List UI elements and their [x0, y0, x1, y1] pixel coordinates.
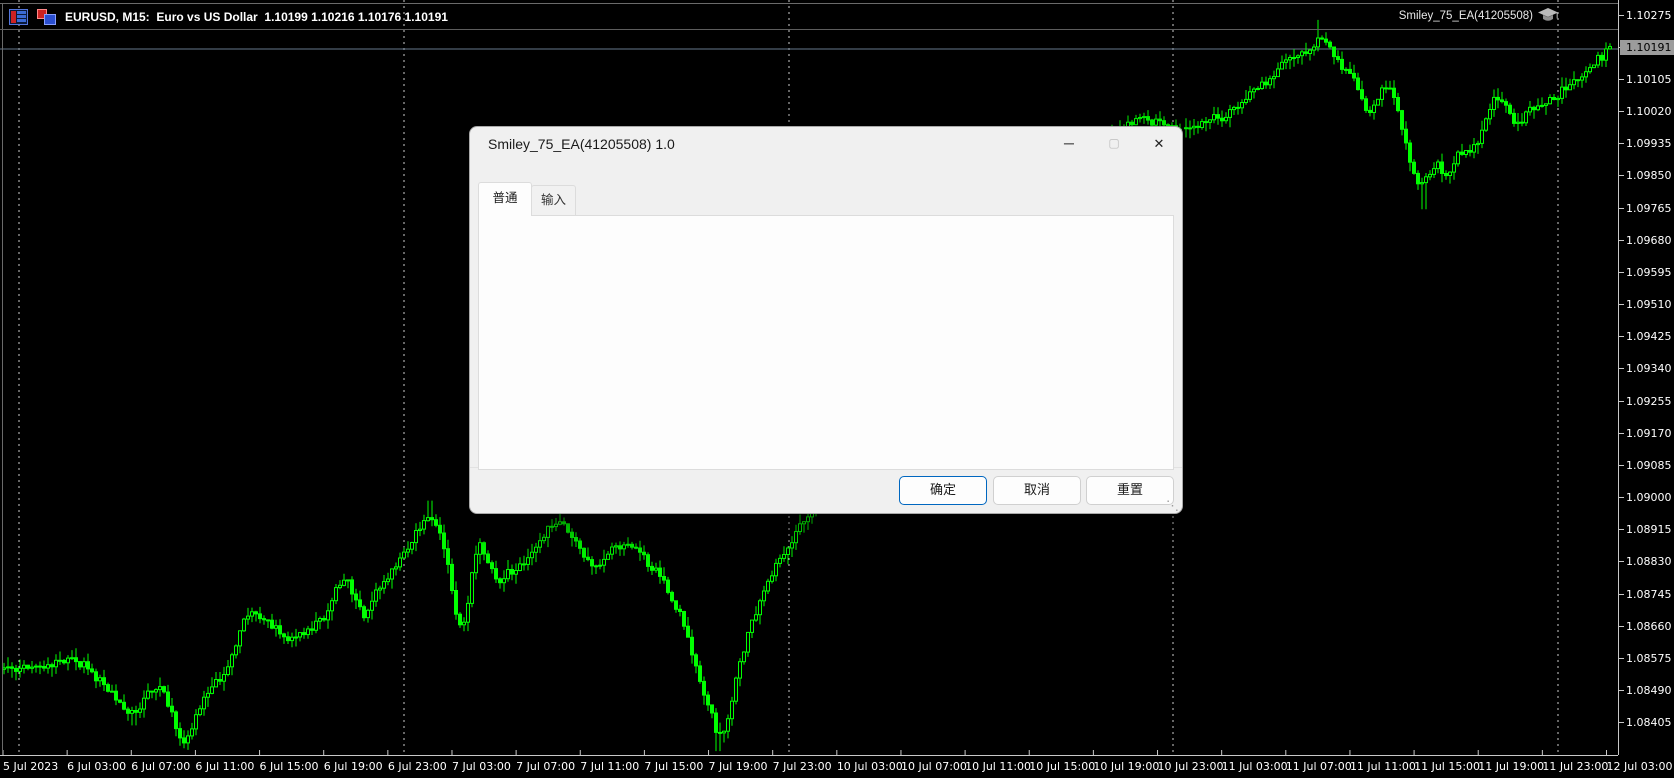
price-label: 1.08575	[1626, 651, 1672, 665]
price-tick	[1619, 529, 1624, 531]
time-label: 11 Jul 19:00	[1478, 760, 1545, 773]
time-label: 6 Jul 03:00	[67, 760, 127, 773]
price-label: 1.08745	[1626, 587, 1672, 601]
price-label: 1.10275	[1626, 8, 1672, 22]
price-label: 1.08490	[1626, 684, 1672, 698]
quote-bar-separator	[0, 29, 1618, 30]
time-label: 6 Jul 23:00	[387, 760, 447, 773]
time-label: 10 Jul 11:00	[965, 760, 1032, 773]
depth-of-market-icon	[9, 8, 28, 25]
price-tick	[1619, 111, 1624, 112]
price-tick	[1619, 625, 1624, 627]
price-label: 1.09170	[1626, 426, 1672, 440]
time-label: 7 Jul 23:00	[772, 760, 832, 773]
price-tick	[1619, 368, 1624, 370]
price-tick	[1619, 593, 1624, 595]
time-label: 11 Jul 07:00	[1285, 760, 1352, 773]
price-tick	[1619, 690, 1624, 692]
time-label: 10 Jul 03:00	[836, 760, 903, 773]
time-label: 10 Jul 15:00	[1029, 760, 1096, 773]
price-label: 1.09255	[1626, 394, 1672, 408]
time-label: 10 Jul 07:00	[900, 760, 967, 773]
price-tick	[1619, 336, 1624, 338]
price-tick	[1619, 400, 1624, 402]
price-label: 1.09765	[1626, 201, 1672, 215]
price-tick	[1619, 271, 1624, 273]
ohlc-values: 1.10199 1.10216 1.10176 1.10191	[264, 9, 448, 24]
price-tick	[1619, 497, 1624, 499]
chart-window-icon	[37, 9, 56, 25]
current-price-label: 1.10191	[1620, 39, 1674, 55]
price-tick	[1619, 14, 1624, 16]
price-label: 1.08830	[1626, 555, 1672, 569]
time-label: 7 Jul 11:00	[580, 760, 640, 773]
ea-chart-label: Smiley_75_EA(41205508)	[1399, 8, 1558, 23]
time-label: 10 Jul 19:00	[1093, 760, 1160, 773]
price-tick	[1619, 464, 1624, 466]
price-tick	[1619, 78, 1624, 80]
tab-inputs[interactable]: 输入	[531, 185, 576, 216]
price-tick	[1619, 432, 1624, 434]
price-tick	[1619, 561, 1624, 563]
minimize-button[interactable]: ─	[1046, 127, 1092, 160]
cancel-button[interactable]: 取消	[993, 476, 1081, 505]
graduation-cap-icon	[1538, 8, 1558, 21]
price-label: 1.08660	[1626, 619, 1672, 633]
ea-chart-label-text: Smiley_75_EA(41205508)	[1398, 9, 1533, 22]
price-label: 1.09000	[1626, 491, 1672, 505]
time-label: 7 Jul 07:00	[516, 760, 576, 773]
price-label: 1.09850	[1626, 169, 1672, 183]
tab-page-common	[478, 215, 1174, 470]
price-tick	[1619, 304, 1624, 306]
time-label: 11 Jul 15:00	[1414, 760, 1481, 773]
time-label: 5 Jul 2023	[3, 760, 59, 773]
time-label: 11 Jul 23:00	[1542, 760, 1609, 773]
time-label: 6 Jul 19:00	[323, 760, 383, 773]
time-axis[interactable]: 5 Jul 2023 6 Jul 03:00 6 Jul 07:00 6 Jul 11…	[0, 755, 1672, 778]
time-label: 7 Jul 15:00	[644, 760, 704, 773]
time-label: 11 Jul 03:00	[1221, 760, 1288, 773]
price-tick	[1619, 143, 1624, 145]
time-label: 6 Jul 15:00	[259, 760, 319, 773]
price-label: 1.09680	[1626, 233, 1672, 247]
price-tick	[1619, 207, 1624, 209]
price-label: 1.09085	[1626, 458, 1672, 472]
ok-button[interactable]: 确定	[899, 476, 987, 505]
time-label: 7 Jul 03:00	[451, 760, 511, 773]
price-tick	[1619, 239, 1624, 241]
resize-grip-icon[interactable]: ⋱	[1166, 499, 1179, 512]
time-label: 7 Jul 19:00	[708, 760, 768, 773]
dialog-title: Smiley_75_EA(41205508) 1.0	[488, 136, 675, 152]
close-icon[interactable]: ✕	[1136, 127, 1182, 160]
price-label: 1.10105	[1626, 72, 1672, 86]
window-left-border	[2, 3, 3, 755]
price-label: 1.10020	[1626, 105, 1672, 118]
price-label: 1.09935	[1626, 137, 1672, 151]
time-label: 10 Jul 23:00	[1157, 760, 1224, 773]
mt5-chart-window: EURUSD, M15: Euro vs US Dollar 1.10199 1…	[0, 0, 1674, 778]
price-label: 1.09510	[1626, 298, 1672, 312]
time-label: 11 Jul 11:00	[1349, 760, 1416, 773]
symbol-period-label: EURUSD, M15:	[65, 9, 150, 24]
price-label: 1.09425	[1626, 330, 1672, 344]
price-axis[interactable]: 1.10275 1.10191 1.10105 1.10020 1.09935 1.098…	[1618, 0, 1674, 755]
ea-properties-dialog: Smiley_75_EA(41205508) 1.0 ─ ▢ ✕ 普通 输入 S…	[469, 126, 1183, 514]
dialog-title-bar[interactable]: Smiley_75_EA(41205508) 1.0 ─ ▢ ✕	[470, 127, 1182, 161]
tab-common[interactable]: 普通	[478, 182, 532, 216]
price-label: 1.08405	[1626, 716, 1672, 730]
quote-bar: EURUSD, M15: Euro vs US Dollar 1.10199 1…	[0, 4, 448, 29]
price-tick	[1619, 175, 1624, 177]
price-tick	[1619, 657, 1624, 659]
reset-button[interactable]: 重置	[1086, 476, 1174, 505]
time-label: 12 Jul 03:00	[1606, 760, 1673, 773]
price-label: 1.09340	[1626, 362, 1672, 376]
price-label: 1.09595	[1626, 265, 1672, 279]
symbol-description-label: Euro vs US Dollar	[156, 9, 258, 24]
maximize-button: ▢	[1108, 136, 1120, 150]
price-label: 1.08915	[1626, 523, 1672, 537]
time-label: 6 Jul 11:00	[195, 760, 255, 773]
time-label: 6 Jul 07:00	[131, 760, 191, 773]
price-tick	[1619, 722, 1624, 724]
